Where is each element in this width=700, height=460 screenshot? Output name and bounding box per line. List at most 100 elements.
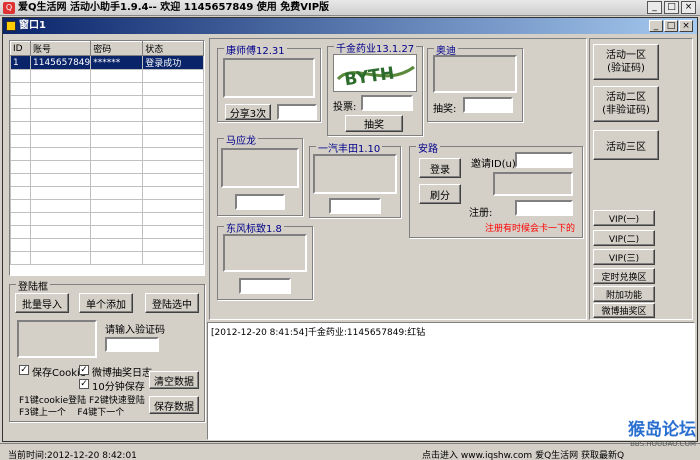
close-icon[interactable]: × (681, 1, 696, 14)
cell-empty (10, 108, 31, 122)
login-group-title: 登陆框 (16, 278, 50, 293)
group-qianjin-title: 千金药业13.1.27 (334, 40, 417, 55)
table-row-empty[interactable] (10, 121, 204, 135)
table-row-empty[interactable] (10, 225, 204, 239)
table-row-empty[interactable] (10, 147, 204, 161)
cell-empty (29, 134, 92, 148)
qianjin-captcha-image: BYTH (333, 54, 417, 92)
child-minimize-icon[interactable]: _ (649, 20, 663, 32)
column-header-id[interactable]: ID (10, 41, 31, 56)
vote-input[interactable] (361, 95, 413, 111)
activity-1-button[interactable]: 活动一区 (验证码) (593, 44, 659, 80)
save-data-button[interactable]: 保存数据 (149, 396, 199, 414)
column-header-status[interactable]: 状态 (142, 41, 204, 56)
mayinglong-input[interactable] (235, 194, 285, 210)
cell-empty (90, 251, 144, 265)
register-input[interactable] (515, 200, 573, 216)
cell-empty (90, 69, 144, 83)
cell-empty (90, 95, 144, 109)
addon-button[interactable]: 附加功能 (593, 286, 655, 302)
dongfeng-input[interactable] (239, 278, 291, 294)
hotkeys-line-2: F3键上一个 F4键下一个 (19, 408, 125, 418)
share-count-input[interactable] (277, 104, 317, 120)
cell-empty (10, 251, 31, 265)
add-single-button[interactable]: 单个添加 (79, 293, 133, 313)
app-titlebar: 爱Q生活网 活动小助手1.9.4-- 欢迎 1145657849 使用 免费VI… (0, 0, 700, 16)
cell-empty (142, 147, 204, 161)
clear-data-button[interactable]: 清空数据 (149, 371, 199, 389)
child-window: 窗口1 _ □ × ID 账号 密码 状态 1 1145657849 *****… (2, 17, 698, 442)
table-row-empty[interactable] (10, 251, 204, 265)
cell-empty (90, 82, 144, 96)
share-button[interactable]: 分享3次 (225, 104, 271, 120)
child-close-icon[interactable]: × (679, 20, 693, 32)
save-10min-checkbox[interactable]: ✓ (79, 379, 89, 389)
group-dongfeng-title: 东风标致1.8 (224, 220, 284, 235)
cell-empty (29, 147, 92, 161)
cell-empty (90, 238, 144, 252)
cell-empty (142, 134, 204, 148)
table-row-empty[interactable] (10, 238, 204, 252)
vote-label: 投票: (333, 102, 357, 113)
table-row[interactable]: 1 1145657849 ****** 登录成功 (10, 55, 204, 70)
log-area[interactable]: [2012-12-20 8:41:54]千金药业:1145657849:红钻 (207, 322, 695, 440)
account-table[interactable]: ID 账号 密码 状态 1 1145657849 ****** 登录成功 (9, 40, 205, 276)
cell-empty (29, 225, 92, 239)
vip-1-button[interactable]: VIP(一) (593, 210, 655, 226)
child-maximize-icon[interactable]: □ (664, 20, 678, 32)
table-row-empty[interactable] (10, 160, 204, 174)
cell-empty (142, 108, 204, 122)
table-row-empty[interactable] (10, 186, 204, 200)
yiqi-image (313, 154, 397, 194)
activity-3-button[interactable]: 活动三区 (593, 130, 659, 160)
cell-empty (90, 173, 144, 187)
cell-empty (142, 82, 204, 96)
save-10min-label: 10分钟保存 (92, 382, 145, 393)
cell-empty (29, 160, 92, 174)
cell-empty (29, 173, 92, 187)
table-row-empty[interactable] (10, 212, 204, 226)
table-row-empty[interactable] (10, 199, 204, 213)
anlu-login-button[interactable]: 登录 (419, 158, 461, 178)
cell-empty (10, 173, 31, 187)
cell-empty (90, 186, 144, 200)
aodi-draw-input[interactable] (463, 97, 513, 113)
captcha-input[interactable] (105, 337, 159, 352)
timed-exchange-button[interactable]: 定时兑换区 (593, 268, 655, 284)
column-header-account[interactable]: 账号 (29, 41, 92, 56)
mayinglong-image (221, 148, 299, 188)
table-row-empty[interactable] (10, 69, 204, 83)
column-header-password[interactable]: 密码 (90, 41, 144, 56)
table-row-empty[interactable] (10, 82, 204, 96)
captcha-image (17, 320, 97, 358)
app-logo-icon: Q (3, 2, 15, 14)
cell-empty (90, 225, 144, 239)
table-row-empty[interactable] (10, 173, 204, 187)
table-row-empty[interactable] (10, 95, 204, 109)
cell-empty (142, 199, 204, 213)
cell-empty (142, 186, 204, 200)
save-cookie-checkbox[interactable]: ✓ (19, 365, 29, 375)
table-row-empty[interactable] (10, 134, 204, 148)
group-mayinglong-title: 马应龙 (224, 132, 258, 147)
invite-id-input[interactable] (515, 152, 573, 168)
cell-empty (29, 212, 92, 226)
cell-empty (142, 238, 204, 252)
login-selected-button[interactable]: 登陆选中 (145, 293, 199, 313)
cell-empty (29, 108, 92, 122)
maximize-icon[interactable]: □ (664, 1, 679, 14)
activity-2-button[interactable]: 活动二区 (非验证码) (593, 86, 659, 122)
qianjin-draw-button[interactable]: 抽奖 (345, 115, 403, 132)
table-row-empty[interactable] (10, 108, 204, 122)
cell-empty (10, 69, 31, 83)
yiqi-input[interactable] (329, 198, 381, 214)
website-link[interactable]: 点击进入 www.iqshw.com 爱Q生活网 获取最新Q (422, 448, 624, 460)
minimize-icon[interactable]: _ (647, 1, 662, 14)
anlu-refresh-button[interactable]: 刷分 (419, 184, 461, 204)
weibo-draw-button[interactable]: 微博抽奖区 (593, 303, 655, 318)
batch-import-button[interactable]: 批量导入 (15, 293, 69, 313)
weibo-log-checkbox[interactable]: ✓ (79, 365, 89, 375)
vip-2-button[interactable]: VIP(二) (593, 230, 655, 246)
vip-3-button[interactable]: VIP(三) (593, 249, 655, 265)
app-title: 爱Q生活网 活动小助手1.9.4-- 欢迎 1145657849 使用 免费VI… (18, 2, 330, 13)
